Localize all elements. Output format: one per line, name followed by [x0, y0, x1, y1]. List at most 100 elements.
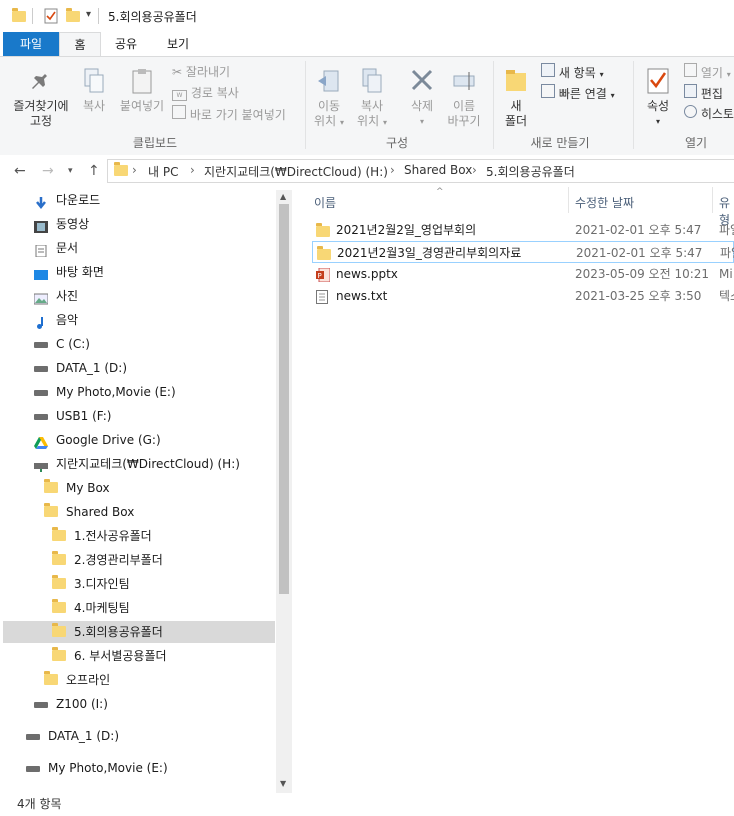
- file-row[interactable]: Pnews.pptx 2023-05-09 오전 10:21 Mi: [312, 263, 734, 285]
- breadcrumb-separator-icon[interactable]: ›: [132, 163, 137, 177]
- paste-icon: [132, 69, 152, 94]
- network-drive-icon: [34, 458, 48, 472]
- scrollbar-thumb[interactable]: [279, 204, 289, 594]
- easy-access-icon: [541, 84, 555, 98]
- copy-button[interactable]: 복사: [76, 67, 112, 114]
- nav-item[interactable]: DATA_1 (D:): [0, 725, 275, 747]
- easy-access-button[interactable]: 빠른 연결 ▾: [541, 84, 615, 102]
- nav-item[interactable]: 4.마케팅팀: [0, 597, 275, 619]
- nav-item[interactable]: 6. 부서별공용폴더: [0, 645, 275, 667]
- file-name: news.pptx: [336, 267, 398, 281]
- column-divider[interactable]: [712, 187, 713, 213]
- back-arrow-icon[interactable]: ←: [14, 163, 26, 179]
- divider: [32, 8, 33, 24]
- breadcrumb-this-pc[interactable]: 내 PC: [148, 163, 178, 180]
- history-button[interactable]: 히스토: [684, 105, 734, 123]
- new-item-button[interactable]: 새 항목 ▾: [541, 63, 604, 81]
- nav-item[interactable]: Shared Box: [0, 501, 275, 523]
- breadcrumb-separator-icon[interactable]: ›: [472, 163, 477, 177]
- up-arrow-icon[interactable]: ↑: [88, 163, 100, 179]
- new-item-label: 새 항목: [558, 66, 596, 80]
- file-row[interactable]: news.txt 2021-03-25 오후 3:50 텍스: [312, 285, 734, 307]
- column-header-name[interactable]: 이름: [314, 194, 336, 211]
- paste-button[interactable]: 붙여넣기: [116, 67, 168, 114]
- new-folder-icon: [506, 70, 526, 91]
- nav-item[interactable]: Z100 (I:): [0, 693, 275, 715]
- nav-item[interactable]: 1.전사공유폴더: [0, 525, 275, 547]
- drive-icon: [34, 338, 48, 350]
- tab-view[interactable]: 보기: [156, 32, 200, 56]
- nav-item[interactable]: My Box: [0, 477, 275, 499]
- nav-scrollbar[interactable]: ▲ ▼: [276, 190, 292, 793]
- copy-to-button[interactable]: 복사 위치 ▾: [352, 67, 392, 130]
- nav-item[interactable]: 동영상: [0, 213, 275, 235]
- nav-item[interactable]: Google Drive (G:): [0, 429, 275, 451]
- folder-icon: [52, 599, 66, 614]
- cut-button[interactable]: ✂ 잘라내기: [172, 63, 230, 81]
- copy-path-button[interactable]: W 경로 복사: [172, 84, 239, 102]
- tab-home[interactable]: 홈: [59, 32, 101, 57]
- nav-item[interactable]: My Photo,Movie (E:): [0, 757, 275, 779]
- paste-shortcut-label: 바로 가기 붙여넣기: [189, 108, 286, 122]
- breadcrumb-separator-icon[interactable]: ›: [390, 163, 395, 177]
- pin-icon: [32, 70, 47, 89]
- tab-share[interactable]: 공유: [104, 32, 148, 56]
- nav-item[interactable]: 지란지교테크(₩DirectCloud) (H:): [0, 453, 275, 475]
- open-button[interactable]: 열기 ▾: [684, 63, 731, 81]
- nav-item[interactable]: 오프라인: [0, 669, 275, 691]
- edit-button[interactable]: 편집: [684, 84, 723, 102]
- video-icon: [34, 218, 48, 233]
- nav-item[interactable]: 바탕 화면: [0, 261, 275, 283]
- breadcrumb-drive-h[interactable]: 지란지교테크(₩DirectCloud) (H:): [204, 163, 388, 180]
- column-header-modified[interactable]: 수정한 날짜: [575, 194, 634, 211]
- nav-item[interactable]: 음악: [0, 309, 275, 331]
- nav-item[interactable]: My Photo,Movie (E:): [0, 381, 275, 403]
- paste-shortcut-button[interactable]: 바로 가기 붙여넣기: [172, 105, 286, 123]
- forward-arrow-icon[interactable]: →: [42, 163, 54, 179]
- new-folder-label-line1: 새: [510, 99, 522, 113]
- folder-icon: [44, 503, 58, 518]
- nav-item[interactable]: C (C:): [0, 333, 275, 355]
- move-to-button[interactable]: 이동 위치 ▾: [309, 67, 349, 130]
- nav-item-label: 3.디자인팀: [74, 577, 130, 591]
- scroll-up-icon[interactable]: ▲: [280, 192, 286, 201]
- nav-item-label: Google Drive (G:): [56, 433, 161, 447]
- address-bar-row: ← → ▾ ↑ › 내 PC › 지란지교테크(₩DirectCloud) (H…: [0, 155, 734, 187]
- nav-item[interactable]: 2.경영관리부폴더: [0, 549, 275, 571]
- new-folder-button[interactable]: 새 폴더: [499, 67, 533, 129]
- nav-item-label: DATA_1 (D:): [56, 361, 128, 375]
- properties-button[interactable]: 속성 ▾: [640, 67, 676, 129]
- breadcrumb-shared-box[interactable]: Shared Box: [404, 163, 472, 177]
- chevron-down-icon: ▾: [655, 117, 660, 126]
- delete-button[interactable]: 삭제 ▾: [402, 67, 442, 129]
- file-row[interactable]: 2021년2월3일_경영관리부회의자료 2021-02-01 오후 5:47 파일: [312, 241, 734, 263]
- column-divider[interactable]: [568, 187, 569, 213]
- tab-file[interactable]: 파일: [3, 32, 59, 56]
- properties-quick-icon[interactable]: [44, 8, 58, 24]
- sort-up-icon: ^: [436, 187, 444, 197]
- new-folder-quick-icon[interactable]: [66, 8, 80, 24]
- nav-item[interactable]: 사진: [0, 285, 275, 307]
- item-count: 4개 항목: [17, 797, 62, 811]
- nav-item[interactable]: 5.회의용공유폴더: [3, 621, 275, 643]
- address-box[interactable]: › 내 PC › 지란지교테크(₩DirectCloud) (H:) › Sha…: [107, 159, 734, 183]
- nav-item[interactable]: 3.디자인팀: [0, 573, 275, 595]
- nav-item-label: My Box: [66, 481, 110, 495]
- scroll-down-icon[interactable]: ▼: [280, 779, 286, 788]
- customize-quick-access-icon[interactable]: ▾: [86, 9, 91, 20]
- pin-to-quick-access-button[interactable]: 즐겨찾기에 고정: [6, 67, 76, 129]
- nav-item[interactable]: DATA_1 (D:): [0, 357, 275, 379]
- nav-item[interactable]: USB1 (F:): [0, 405, 275, 427]
- breadcrumb-separator-icon[interactable]: ›: [190, 163, 195, 177]
- recent-locations-chevron-icon[interactable]: ▾: [68, 166, 73, 176]
- folder-icon: [44, 479, 58, 494]
- nav-item[interactable]: 다운로드: [0, 189, 275, 211]
- breadcrumb-current-folder[interactable]: 5.회의용공유폴더: [486, 163, 575, 180]
- pin-label-line1: 즐겨찾기에: [13, 99, 69, 113]
- drive-icon: [34, 386, 48, 398]
- rename-button[interactable]: 이름 바꾸기: [444, 67, 484, 129]
- edit-label: 편집: [700, 87, 723, 101]
- nav-item[interactable]: 문서: [0, 237, 275, 259]
- organize-group-label: 구성: [385, 136, 409, 150]
- file-row[interactable]: 2021년2월2일_영업부회의 2021-02-01 오후 5:47 파일: [312, 219, 734, 241]
